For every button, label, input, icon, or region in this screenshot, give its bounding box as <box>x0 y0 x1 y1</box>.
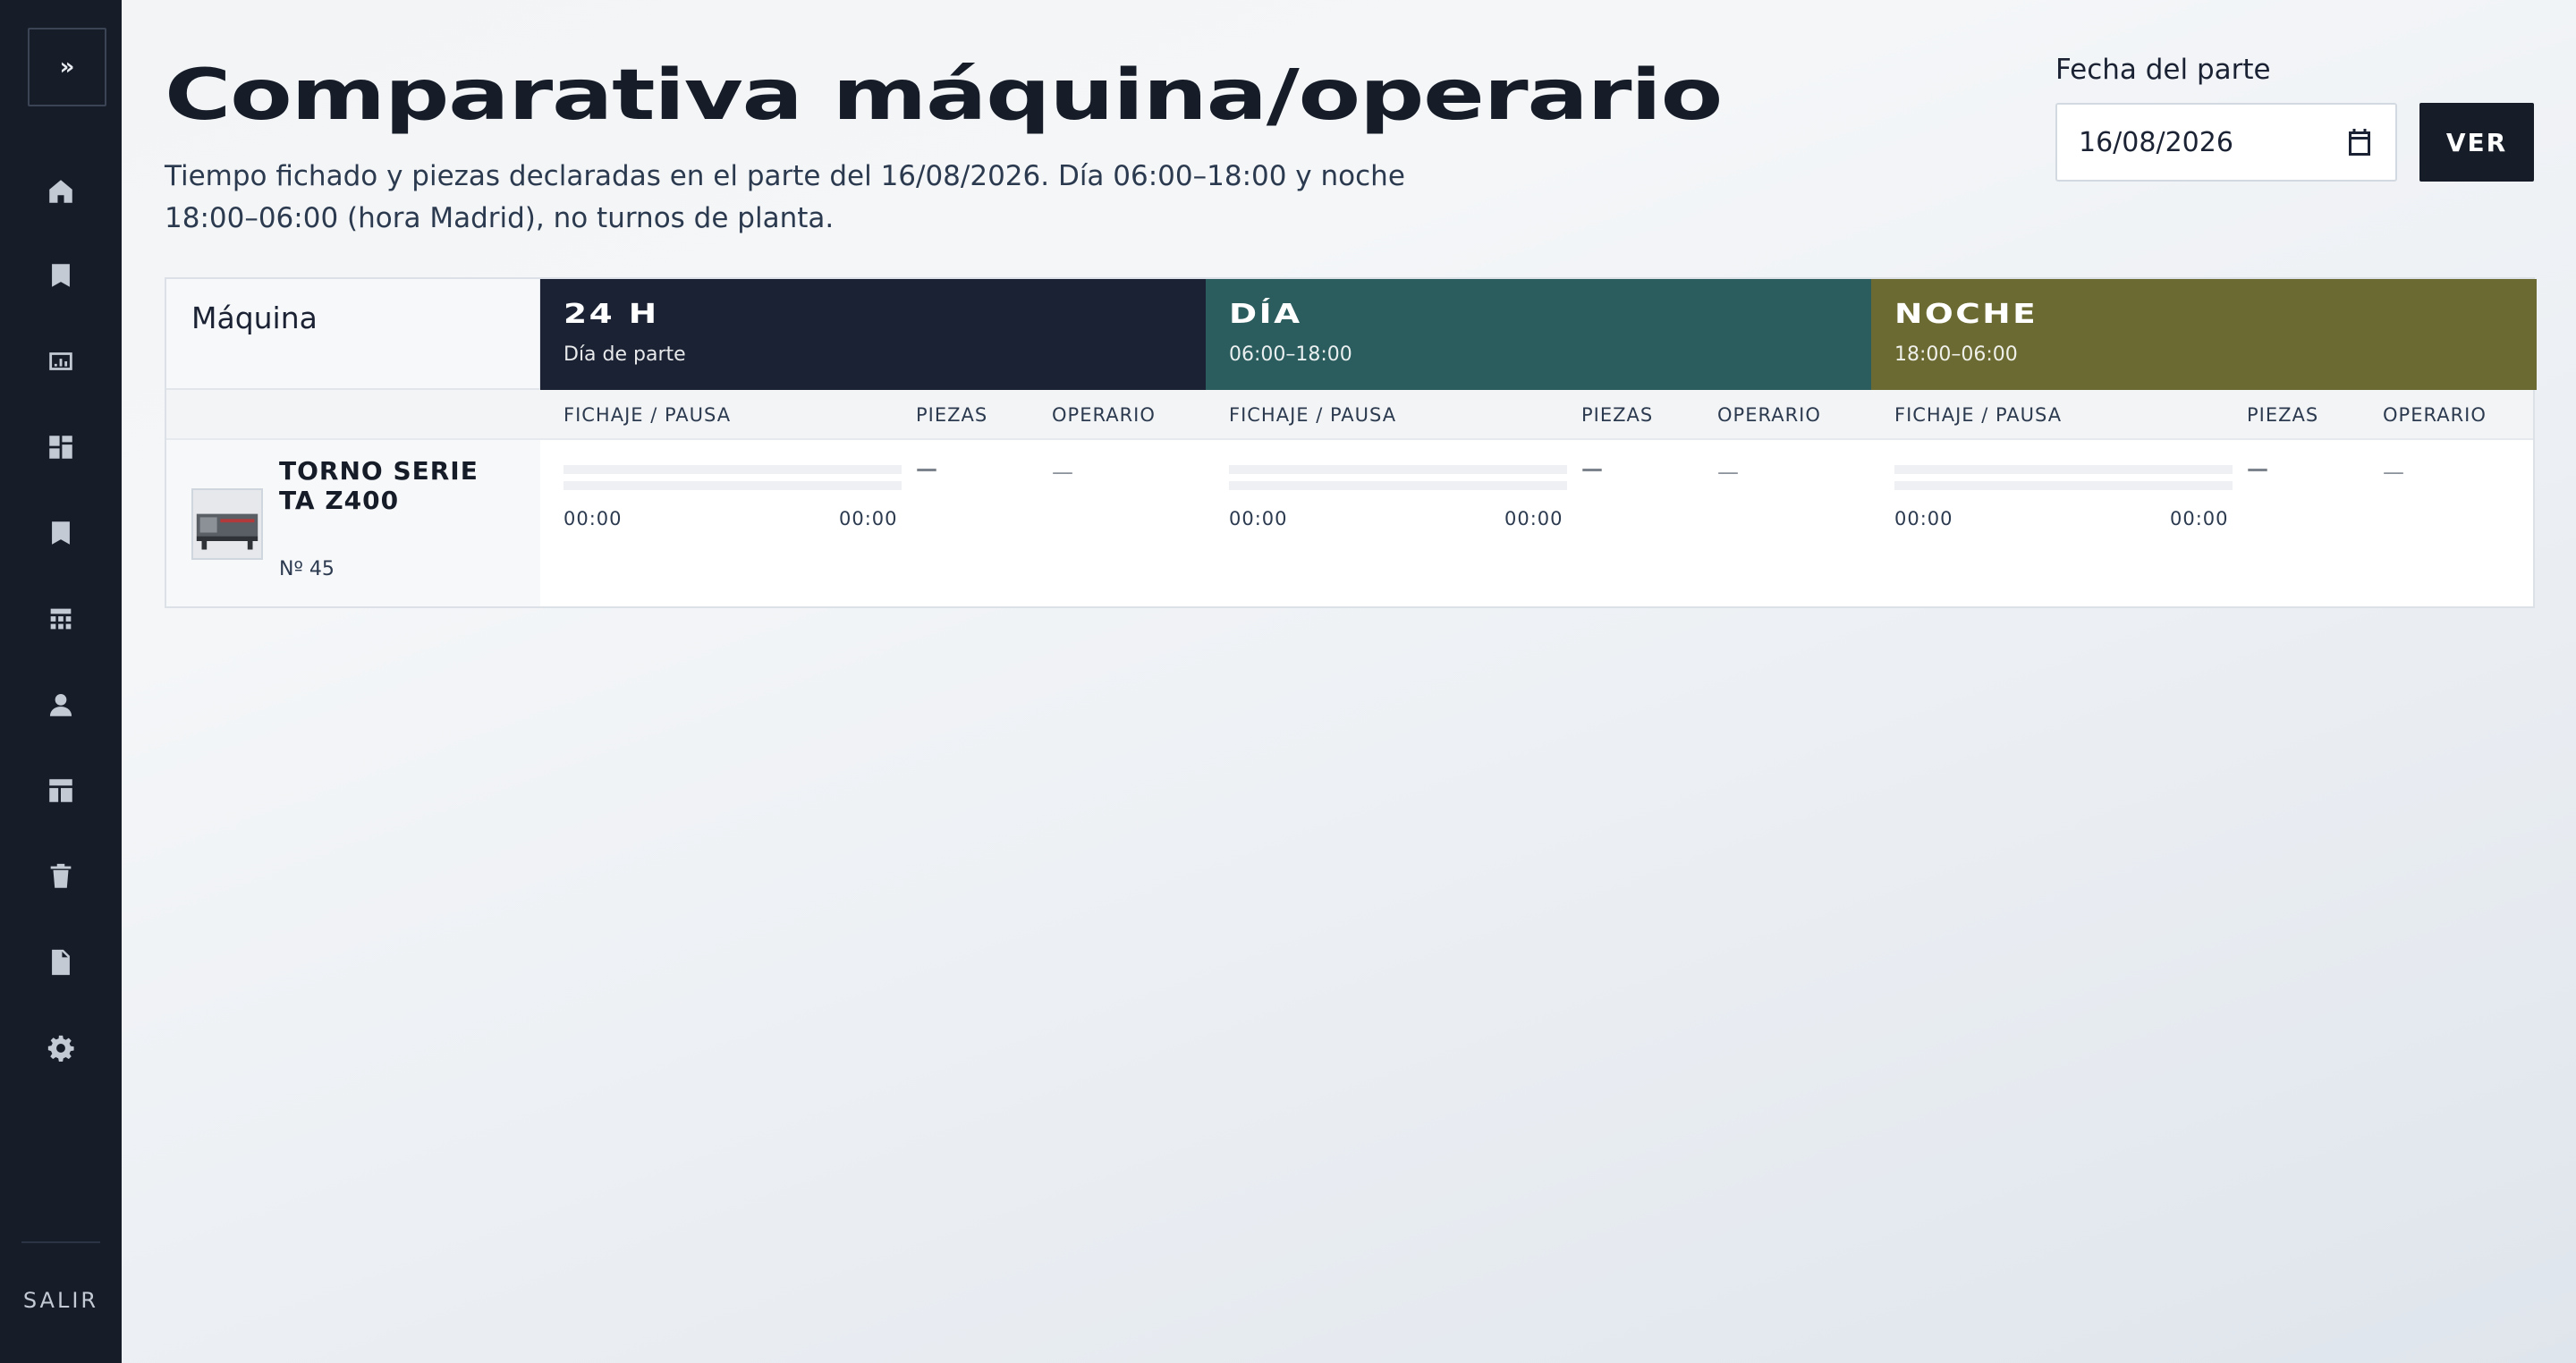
time-start: 00:00 <box>1229 508 1288 529</box>
col-operario: OPERARIO <box>1717 404 1821 426</box>
shift-header-24h: 24 H Día de parte <box>540 279 1206 390</box>
grid-icon[interactable] <box>39 597 82 640</box>
operator-value: — <box>1717 460 1739 485</box>
document-icon[interactable] <box>39 941 82 984</box>
time-end: 00:00 <box>1504 508 1563 529</box>
shift-range: Día de parte <box>564 343 686 366</box>
bookmark-alt-icon[interactable] <box>39 512 82 555</box>
col-fichaje: FICHAJE / PAUSA <box>564 404 732 426</box>
layout-icon[interactable] <box>39 769 82 812</box>
machine-number: Nº 45 <box>279 558 335 580</box>
col-fichaje: FICHAJE / PAUSA <box>1894 404 2063 426</box>
shift-range: 06:00–18:00 <box>1229 343 1352 366</box>
pause-bar-track <box>564 481 902 490</box>
sidebar: » SALIR <box>0 0 122 1363</box>
gear-icon[interactable] <box>39 1027 82 1070</box>
col-fichaje: FICHAJE / PAUSA <box>1229 404 1397 426</box>
col-operario: OPERARIO <box>2383 404 2487 426</box>
machine-thumbnail <box>191 488 263 560</box>
time-start: 00:00 <box>1894 508 1953 529</box>
time-end: 00:00 <box>2170 508 2229 529</box>
time-end: 00:00 <box>839 508 898 529</box>
bookmark-icon[interactable] <box>39 254 82 297</box>
view-button[interactable]: VER <box>2419 103 2534 182</box>
calendar-icon[interactable] <box>2343 126 2376 158</box>
shift-header-night: NOCHE 18:00–06:00 <box>1871 279 2537 390</box>
shift-header-day: DÍA 06:00–18:00 <box>1206 279 1871 390</box>
shift-range: 18:00–06:00 <box>1894 343 2018 366</box>
trash-icon[interactable] <box>39 855 82 898</box>
operator-value: — <box>1052 460 1073 485</box>
date-input[interactable]: 16/08/2026 <box>2055 103 2397 182</box>
page-title: Comparativa máquina/operario <box>165 55 1723 136</box>
time-start: 00:00 <box>564 508 623 529</box>
sidebar-toggle-button[interactable]: » <box>28 28 106 106</box>
machine-name[interactable]: TORNO SERIE TA Z400 <box>279 456 512 515</box>
logout-link[interactable]: SALIR <box>0 1288 122 1313</box>
shift-name: NOCHE <box>1894 299 2038 330</box>
home-icon[interactable] <box>39 170 82 213</box>
machine-header-label: Máquina <box>191 301 318 335</box>
col-operario: OPERARIO <box>1052 404 1156 426</box>
time-bar-track <box>1229 465 1567 474</box>
pieces-value: — <box>2247 456 2268 481</box>
user-icon[interactable] <box>39 683 82 726</box>
col-piezas: PIEZAS <box>1581 404 1654 426</box>
machine-column-header: Máquina <box>166 279 540 390</box>
sidebar-divider <box>21 1241 100 1243</box>
operator-value: — <box>2383 460 2404 485</box>
pause-bar-track <box>1229 481 1567 490</box>
time-bar-track <box>1894 465 2233 474</box>
date-value: 16/08/2026 <box>2079 126 2233 158</box>
date-label: Fecha del parte <box>2055 54 2271 86</box>
pieces-value: — <box>1581 456 1603 481</box>
pieces-value: — <box>916 456 937 481</box>
pause-bar-track <box>1894 481 2233 490</box>
col-piezas: PIEZAS <box>2247 404 2319 426</box>
column-subheader-row: FICHAJE / PAUSA PIEZAS OPERARIO FICHAJE … <box>166 390 2533 440</box>
shift-name: DÍA <box>1229 299 1302 330</box>
shift-name: 24 H <box>564 299 659 330</box>
chart-icon[interactable] <box>39 340 82 383</box>
col-piezas: PIEZAS <box>916 404 988 426</box>
dashboard-icon[interactable] <box>39 426 82 469</box>
page-subtitle: Tiempo fichado y piezas declaradas en el… <box>165 160 1405 234</box>
time-bar-track <box>564 465 902 474</box>
comparison-table: Máquina 24 H Día de parte DÍA 06:00–18:0… <box>165 277 2537 608</box>
